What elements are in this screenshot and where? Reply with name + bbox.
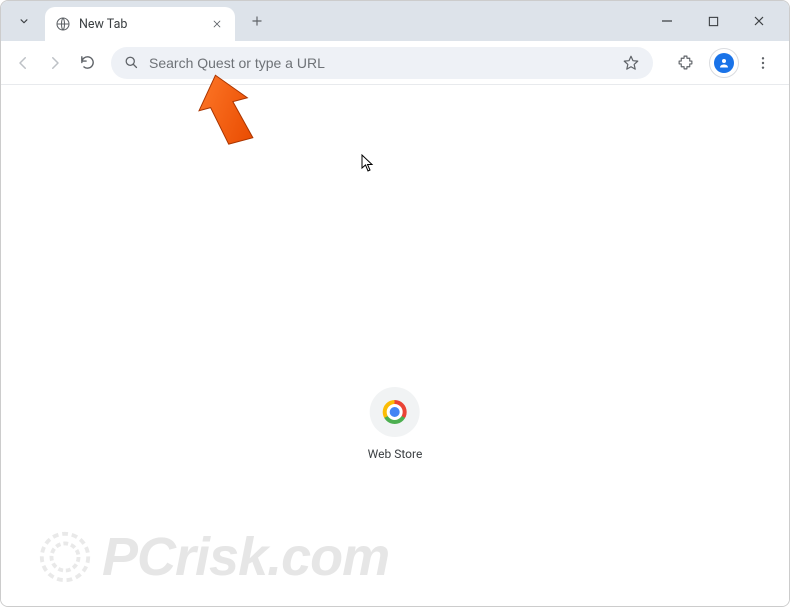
minimize-button[interactable]: [653, 7, 681, 35]
reload-button[interactable]: [73, 49, 101, 77]
plus-icon: [250, 14, 264, 28]
omnibox-input[interactable]: [149, 55, 621, 71]
kebab-icon: [755, 55, 771, 71]
globe-icon: [55, 16, 71, 32]
new-tab-page: Web Store: [1, 85, 789, 607]
tab-strip: New Tab: [1, 1, 789, 41]
browser-window: New Tab: [0, 0, 790, 607]
arrow-left-icon: [14, 54, 32, 72]
back-button[interactable]: [9, 49, 37, 77]
toolbar-actions: [663, 48, 781, 78]
reload-icon: [79, 54, 96, 71]
chevron-down-icon: [17, 14, 31, 28]
star-icon: [622, 54, 640, 72]
arrow-right-icon: [46, 54, 64, 72]
avatar-icon: [714, 53, 734, 73]
forward-button[interactable]: [41, 49, 69, 77]
browser-tab[interactable]: New Tab: [45, 7, 235, 41]
maximize-button[interactable]: [699, 7, 727, 35]
new-tab-button[interactable]: [243, 7, 271, 35]
address-bar[interactable]: [111, 47, 653, 79]
profile-button[interactable]: [709, 48, 739, 78]
search-tabs-button[interactable]: [7, 4, 41, 38]
shortcut-tile: [370, 387, 420, 437]
toolbar: [1, 41, 789, 85]
close-icon: [753, 15, 765, 27]
minimize-icon: [661, 15, 673, 27]
shortcut-web-store[interactable]: Web Store: [368, 387, 423, 461]
bookmark-button[interactable]: [621, 53, 641, 73]
extensions-button[interactable]: [671, 49, 699, 77]
extensions-icon: [677, 54, 694, 71]
chrome-store-icon: [383, 400, 407, 424]
close-window-button[interactable]: [745, 7, 773, 35]
close-icon: [212, 19, 222, 29]
tab-close-button[interactable]: [209, 16, 225, 32]
menu-button[interactable]: [749, 49, 777, 77]
search-icon: [123, 55, 139, 71]
shortcut-label: Web Store: [368, 447, 423, 461]
maximize-icon: [708, 16, 719, 27]
tab-title: New Tab: [79, 17, 209, 32]
window-controls: [653, 1, 783, 41]
